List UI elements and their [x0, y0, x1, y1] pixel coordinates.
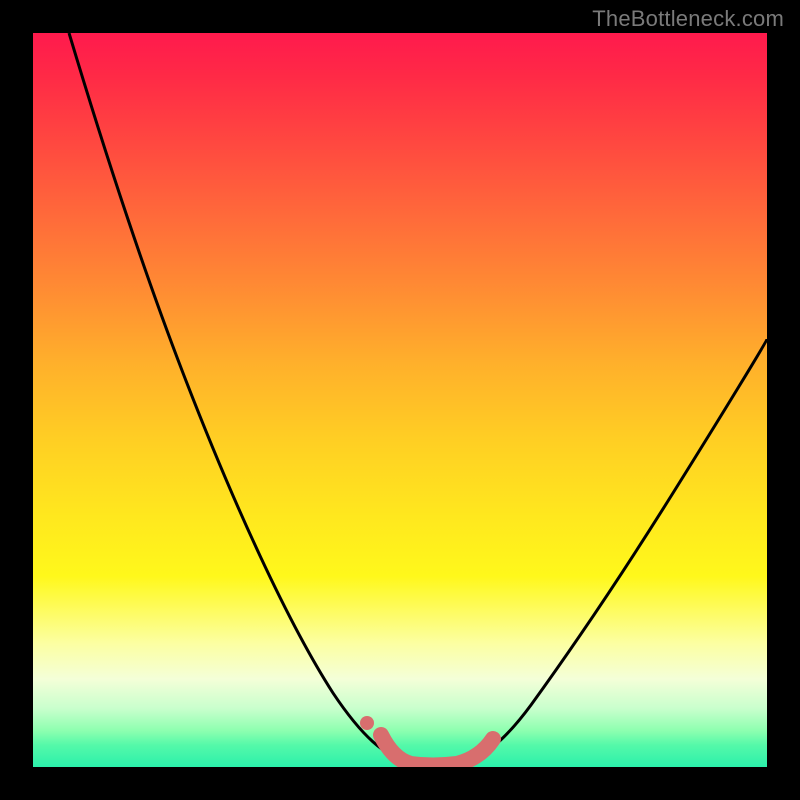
optimal-region-marker: [33, 33, 767, 767]
optimal-marker-path: [381, 735, 493, 766]
plot-area: [33, 33, 767, 767]
optimal-dot-icon: [360, 716, 374, 730]
chart-frame: TheBottleneck.com: [0, 0, 800, 800]
watermark-text: TheBottleneck.com: [592, 6, 784, 32]
